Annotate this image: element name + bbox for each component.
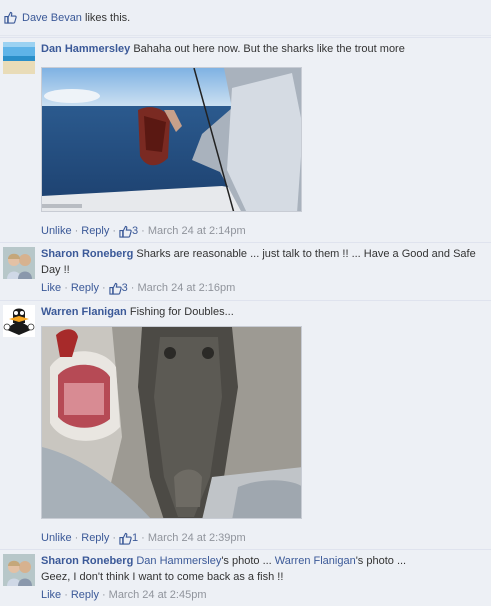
thumbs-up-icon	[119, 225, 132, 238]
comments-panel: Dave Bevan likes this. Dan Hammersley Ba…	[0, 0, 491, 606]
couple-avatar[interactable]	[3, 247, 35, 279]
thumbs-up-icon	[109, 282, 122, 295]
comment-text: Fishing for Doubles...	[129, 306, 234, 318]
comment-author-link[interactable]: Dan Hammersley	[41, 43, 130, 55]
reply-link[interactable]: Reply	[71, 282, 99, 294]
likes-summary: Dave Bevan likes this.	[0, 0, 491, 36]
timestamp[interactable]: March 24 at 2:45pm	[109, 589, 207, 601]
comment-text: Bahaha out here now. But the sharks like…	[133, 43, 405, 55]
like-count[interactable]: 3	[132, 225, 138, 237]
comment-author-link[interactable]: Warren Flanigan	[41, 306, 127, 318]
comment-body: Dan Hammersley Bahaha out here now. But …	[41, 41, 485, 57]
comment-author-link[interactable]: Sharon Roneberg	[41, 555, 133, 567]
unlike-link[interactable]: Unlike	[41, 225, 72, 237]
mention-link[interactable]: Dan Hammersley	[136, 555, 221, 567]
timestamp[interactable]: March 24 at 2:14pm	[148, 225, 246, 237]
comment-actions: Like · Reply · March 24 at 2:45pm	[41, 589, 207, 601]
comment-body: Warren Flanigan Fishing for Doubles...	[41, 304, 485, 320]
thumbs-up-icon	[4, 11, 17, 24]
likes-suffix: likes this.	[85, 11, 131, 24]
comment-actions: Like · Reply · 3 · March 24 at 2:16pm	[41, 282, 236, 295]
comment-actions: Unlike · Reply · 1 · March 24 at 2:39pm	[41, 532, 246, 545]
comment-item: Sharon Roneberg Dan Hammersley's photo .…	[0, 549, 491, 606]
mention-link[interactable]: Warren Flanigan	[275, 555, 356, 567]
comment-actions: Unlike · Reply · 3 · March 24 at 2:14pm	[41, 225, 246, 238]
comment-body: Sharon Roneberg Sharks are reasonable ..…	[41, 246, 485, 278]
like-link[interactable]: Like	[41, 589, 61, 601]
like-count[interactable]: 1	[132, 532, 138, 544]
comment-item: Sharon Roneberg Sharks are reasonable ..…	[0, 242, 491, 300]
comment-item: Dan Hammersley Bahaha out here now. But …	[0, 37, 491, 242]
timestamp[interactable]: March 24 at 2:16pm	[137, 282, 235, 294]
crocodile-eating-fish-photo[interactable]	[41, 326, 302, 519]
thumbs-up-icon	[119, 532, 132, 545]
timestamp[interactable]: March 24 at 2:39pm	[148, 532, 246, 544]
beach-avatar[interactable]	[3, 42, 35, 74]
unlike-link[interactable]: Unlike	[41, 532, 72, 544]
like-link[interactable]: Like	[41, 282, 61, 294]
comment-text: Geez, I don't think I want to come back …	[41, 571, 284, 583]
like-count[interactable]: 3	[122, 282, 128, 294]
comment-text: 's photo ...	[355, 555, 407, 567]
shark-head-on-boat-photo[interactable]	[41, 67, 302, 212]
reply-link[interactable]: Reply	[81, 225, 109, 237]
comment-body: Sharon Roneberg Dan Hammersley's photo .…	[41, 553, 485, 585]
reply-link[interactable]: Reply	[71, 589, 99, 601]
comment-item: Warren Flanigan Fishing for Doubles... U…	[0, 300, 491, 549]
cartoon-duck-avatar[interactable]	[3, 305, 35, 337]
couple-avatar[interactable]	[3, 554, 35, 586]
comment-text: 's photo ...	[221, 555, 275, 567]
comment-author-link[interactable]: Sharon Roneberg	[41, 248, 133, 260]
liker-name-link[interactable]: Dave Bevan	[22, 12, 82, 24]
reply-link[interactable]: Reply	[81, 532, 109, 544]
